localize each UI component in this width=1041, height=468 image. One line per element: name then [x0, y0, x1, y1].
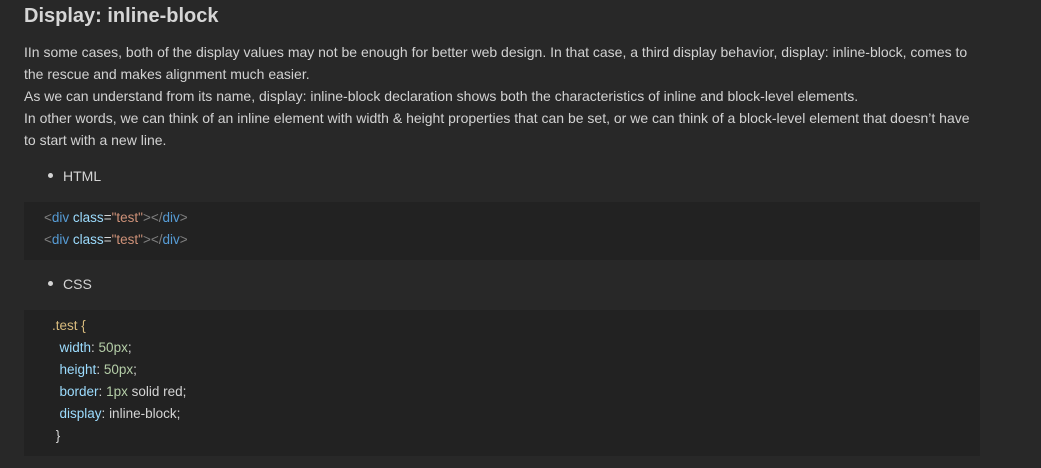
bullet-dot-icon	[48, 172, 53, 178]
section-heading: Display: inline-block	[24, 5, 219, 27]
html-code-block[interactable]: <div class="test"></div> <div class="tes…	[24, 202, 980, 260]
description-paragraph: IIn some cases, both of the display valu…	[24, 41, 984, 151]
code-line: display: inline-block;	[59, 406, 181, 421]
code-line: width: 50px;	[59, 340, 132, 355]
code-line: <div class="test"></div>	[44, 210, 188, 225]
bullet-label: CSS	[63, 276, 92, 292]
bullet-html: HTML	[48, 166, 101, 186]
bullet-dot-icon	[48, 280, 53, 286]
bullet-label: HTML	[63, 168, 102, 184]
code-line: <div class="test"></div>	[44, 232, 188, 247]
code-line: border: 1px solid red;	[59, 384, 187, 399]
paragraph-line: IIn some cases, both of the display valu…	[24, 44, 968, 60]
paragraph-line: to start with a new line.	[24, 132, 167, 148]
code-line: }	[55, 428, 61, 443]
paragraph-line: the rescue and makes alignment much easi…	[24, 66, 310, 82]
bullet-css: CSS	[48, 274, 92, 294]
article-section: Display: inline-block IIn some cases, bo…	[0, 0, 1041, 468]
code-line: height: 50px;	[59, 362, 137, 377]
paragraph-line: In other words, we can think of an inlin…	[24, 110, 970, 126]
paragraph-line: As we can understand from its name, disp…	[24, 88, 859, 104]
css-code-block[interactable]: .test { width: 50px; height: 50px; borde…	[24, 310, 980, 456]
code-line: .test {	[52, 318, 86, 333]
